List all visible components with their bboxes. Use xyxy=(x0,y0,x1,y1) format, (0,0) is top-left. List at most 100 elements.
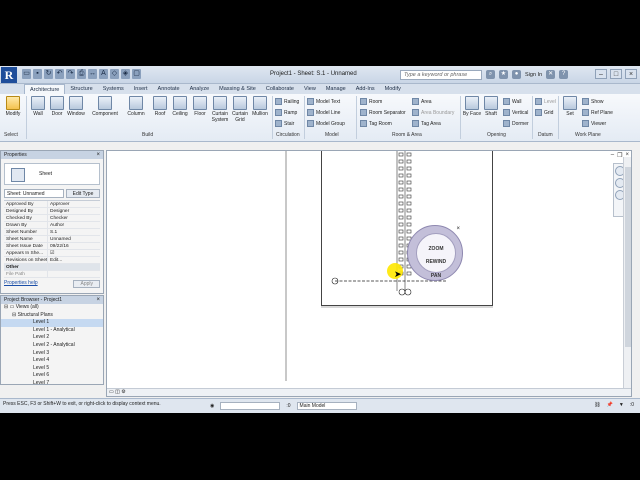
section-icon[interactable]: ◈ xyxy=(121,69,130,79)
floor-button[interactable]: Floor xyxy=(190,96,210,117)
user-icon[interactable]: ● xyxy=(512,70,521,79)
dormer-button[interactable]: Dormer xyxy=(503,120,529,127)
subscription-icon[interactable]: ★ xyxy=(499,70,508,79)
viewer-button[interactable]: Viewer xyxy=(582,120,606,127)
mullion-button[interactable]: Mullion xyxy=(250,96,270,117)
open-icon[interactable]: ▭ xyxy=(22,69,31,79)
door-button[interactable]: Door xyxy=(47,96,67,117)
area-button[interactable]: Area xyxy=(412,98,432,105)
wheel-rewind[interactable]: REWIND xyxy=(408,259,464,265)
help-icon[interactable]: ? xyxy=(559,70,569,79)
select-links-icon[interactable]: ⛓ xyxy=(594,402,600,409)
tab-collaborate[interactable]: Collaborate xyxy=(261,84,299,94)
3d-view-icon[interactable]: ◇ xyxy=(110,69,119,79)
tab-architecture[interactable]: Architecture xyxy=(24,84,66,94)
component-button[interactable]: Component xyxy=(92,96,118,117)
prop-row[interactable]: Revisions on Sheet Edit... xyxy=(4,257,100,264)
close-hidden-icon[interactable]: ▢ xyxy=(132,69,141,79)
grid-button[interactable]: Grid xyxy=(535,109,553,116)
drawing-canvas[interactable]: – ❐ × × ZOOM REWIND PAN ➤ ▭ ◫ ⚙ xyxy=(106,150,632,397)
instance-filter-dropdown[interactable]: Sheet: Unnamed xyxy=(4,189,64,198)
tree-item-level[interactable]: Level 1 - Analytical xyxy=(1,327,103,335)
ceiling-button[interactable]: Ceiling xyxy=(170,96,190,117)
ramp-button[interactable]: Ramp xyxy=(275,109,297,116)
wall-button[interactable]: Wall xyxy=(28,96,48,117)
curtain-system-button[interactable]: Curtain System xyxy=(210,96,230,123)
edit-type-button[interactable]: Edit Type xyxy=(66,189,100,198)
curtain-grid-button[interactable]: Curtain Grid xyxy=(230,96,250,123)
by-face-button[interactable]: By Face xyxy=(462,96,482,117)
scroll-thumb[interactable] xyxy=(625,167,631,347)
tree-item-structural-plans[interactable]: ⊟ Structural Plans xyxy=(1,312,103,320)
tree-item-level[interactable]: Level 2 - Analytical xyxy=(1,342,103,350)
prop-group-other[interactable]: Other xyxy=(4,264,100,271)
print-icon[interactable]: ⎙ xyxy=(77,69,86,79)
stair-button[interactable]: Stair xyxy=(275,120,294,127)
tag-icon[interactable]: A xyxy=(99,69,108,79)
apply-button[interactable]: Apply xyxy=(73,280,100,288)
set-button[interactable]: Set xyxy=(560,96,580,117)
sync-icon[interactable]: ↻ xyxy=(44,69,53,79)
properties-help-link[interactable]: Properties help xyxy=(4,280,38,288)
vertical-opening-button[interactable]: Vertical xyxy=(503,109,528,116)
expand-icon[interactable]: ⊟ ▭ xyxy=(4,304,16,310)
prop-row[interactable]: Drawn By Author xyxy=(4,222,100,229)
wheel-pan[interactable]: PAN xyxy=(416,273,456,279)
window-button[interactable]: Window xyxy=(66,96,86,117)
level-button[interactable]: Level xyxy=(535,98,556,105)
model-group-button[interactable]: Model Group xyxy=(307,120,345,127)
redo-icon[interactable]: ↷ xyxy=(66,69,75,79)
steering-wheel[interactable]: × ZOOM REWIND PAN xyxy=(407,225,463,281)
tree-item-level[interactable]: Level 4 xyxy=(1,357,103,365)
tab-insert[interactable]: Insert xyxy=(129,84,153,94)
railing-button[interactable]: Railing xyxy=(275,98,299,105)
shaft-button[interactable]: Shaft xyxy=(481,96,501,117)
tree-item-views[interactable]: ⊟ ▭ Views (all) xyxy=(1,304,103,312)
model-text-button[interactable]: Model Text xyxy=(307,98,340,105)
prop-row[interactable]: Sheet Issue Date 09/22/16 xyxy=(4,243,100,250)
search-input[interactable]: Type a keyword or phrase xyxy=(400,70,482,80)
tab-manage[interactable]: Manage xyxy=(321,84,351,94)
tab-add-ins[interactable]: Add-Ins xyxy=(351,84,380,94)
roof-button[interactable]: Roof xyxy=(150,96,170,117)
tag-room-button[interactable]: Tag Room xyxy=(360,120,392,127)
column-button[interactable]: Column xyxy=(126,96,146,117)
prop-row[interactable]: Sheet Name Unnamed xyxy=(4,236,100,243)
close-icon[interactable]: × xyxy=(456,226,460,232)
ref-plane-button[interactable]: Ref Plane xyxy=(582,109,613,116)
prop-row-file-path[interactable]: File Path xyxy=(4,271,100,278)
show-button[interactable]: Show xyxy=(582,98,604,105)
close-button[interactable]: × xyxy=(625,69,637,79)
sign-in-link[interactable]: Sign In xyxy=(525,72,542,78)
exchange-icon[interactable]: ✕ xyxy=(546,70,556,79)
group-select-label[interactable]: Select xyxy=(4,132,18,138)
tree-item-level[interactable]: Level 6 xyxy=(1,372,103,380)
save-icon[interactable]: ▪ xyxy=(33,69,42,79)
close-icon[interactable]: × xyxy=(96,151,100,159)
tree-item-level[interactable]: Level 7 xyxy=(1,380,103,388)
view-scale-icon[interactable]: ▭ ◫ ⚙ xyxy=(109,389,126,395)
area-boundary-button[interactable]: Area Boundary xyxy=(412,109,454,116)
close-icon[interactable]: × xyxy=(96,296,100,304)
room-separator-button[interactable]: Room Separator xyxy=(360,109,406,116)
wheel-zoom[interactable]: ZOOM xyxy=(408,246,464,252)
modify-button[interactable]: Modify xyxy=(3,96,23,117)
prop-row[interactable]: Checked By Checker xyxy=(4,215,100,222)
measure-icon[interactable]: ↔ xyxy=(88,69,97,79)
revit-logo-icon[interactable]: R xyxy=(1,67,17,83)
minimize-button[interactable]: – xyxy=(595,69,607,79)
prop-row[interactable]: Designed By Designer xyxy=(4,208,100,215)
model-line-button[interactable]: Model Line xyxy=(307,109,340,116)
workset-dropdown[interactable] xyxy=(220,402,281,410)
undo-icon[interactable]: ↶ xyxy=(55,69,64,79)
room-button[interactable]: Room xyxy=(360,98,382,105)
type-selector[interactable]: Sheet xyxy=(4,163,100,185)
vertical-scrollbar[interactable] xyxy=(623,157,631,389)
worksets-icon[interactable]: ◉ xyxy=(210,403,214,410)
tree-item-level[interactable]: Level 5 xyxy=(1,365,103,373)
design-options-dropdown[interactable]: Main Model xyxy=(296,402,357,410)
tree-item-level[interactable]: Level 2 xyxy=(1,334,103,342)
binoculars-icon[interactable]: ⌕ xyxy=(486,70,495,79)
tab-view[interactable]: View xyxy=(299,84,321,94)
filter-icon[interactable]: ▼ xyxy=(619,402,624,409)
